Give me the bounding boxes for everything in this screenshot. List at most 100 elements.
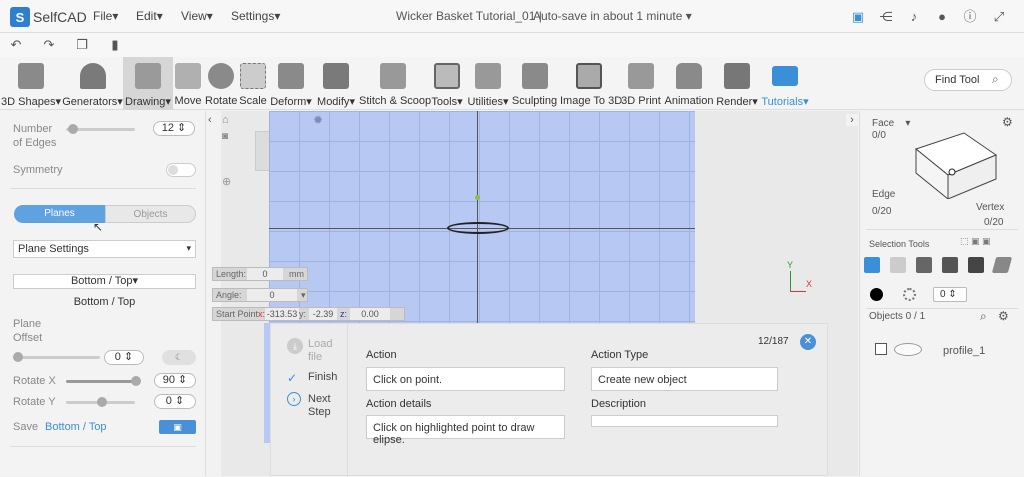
autosave-status[interactable]: Auto-save in about 1 minute ▾: [533, 9, 692, 23]
angle-field[interactable]: Angle: 0 ▾: [212, 288, 308, 302]
menu-view[interactable]: View▾: [181, 9, 213, 23]
tool-utilities[interactable]: Utilities▾: [467, 57, 509, 110]
select-paint-icon[interactable]: [991, 257, 1013, 273]
select-object-icon[interactable]: [864, 257, 880, 273]
home-icon[interactable]: ⌂: [222, 114, 229, 126]
ellipse-shape[interactable]: [447, 222, 509, 234]
tutorial-panel: ⤓ Load file ✓ Finish › Next Step Action …: [270, 323, 828, 477]
tab-planes[interactable]: Planes: [14, 205, 105, 223]
tool-render[interactable]: Render▾: [716, 57, 758, 110]
divider: [10, 446, 196, 447]
menu-file[interactable]: File▾: [93, 9, 118, 23]
tool-tools[interactable]: Tools▾: [429, 57, 465, 110]
edge-label[interactable]: Edge: [872, 189, 895, 200]
divider: [866, 308, 1018, 309]
offset-stepper[interactable]: 0 ⇕: [104, 350, 144, 365]
edges-stepper[interactable]: 12 ⇕: [153, 121, 195, 136]
gear-icon[interactable]: ⚙: [998, 309, 1009, 323]
tab-objects[interactable]: Objects: [105, 205, 196, 223]
save-target: Bottom / Top: [45, 421, 107, 433]
bell-icon[interactable]: ♪: [906, 9, 922, 25]
tutorial-video-icon: [772, 66, 798, 86]
rotate-icon: [208, 63, 234, 89]
brush-soft-icon[interactable]: [903, 288, 916, 301]
tool-stitch-scoop[interactable]: Stitch & Scoop: [359, 57, 431, 110]
tool-sculpting[interactable]: Sculpting: [511, 57, 558, 110]
save-icon[interactable]: ▣: [850, 9, 866, 25]
select-face-icon[interactable]: [890, 257, 906, 273]
camera-icon[interactable]: ◙: [222, 131, 228, 142]
offset-slider-knob[interactable]: [13, 352, 23, 362]
plane-settings-select[interactable]: Plane Settings ▾: [13, 240, 196, 258]
tool-drawing[interactable]: Drawing▾: [123, 57, 173, 110]
rotate-x-slider[interactable]: [66, 380, 135, 383]
gear-icon[interactable]: ⚙: [1002, 115, 1013, 129]
next-step[interactable]: Next Step: [308, 393, 331, 419]
trash-icon[interactable]: ▮: [107, 37, 123, 53]
generator-icon: [79, 63, 106, 89]
menu-edit[interactable]: Edit▾: [136, 9, 163, 23]
search-icon[interactable]: ⌕: [992, 72, 1006, 86]
plane-select[interactable]: Bottom / Top▾: [13, 274, 196, 289]
brush-icon[interactable]: [870, 288, 883, 301]
share-icon[interactable]: ⋲: [878, 9, 894, 25]
selection-option-icons[interactable]: ⬚ ▣ ▣: [960, 236, 991, 247]
action-label: Action: [366, 349, 397, 361]
document-title[interactable]: Wicker Basket Tutorial_01 |: [396, 9, 542, 23]
info-icon[interactable]: ⓘ: [962, 9, 978, 25]
copy-icon[interactable]: ❐: [74, 37, 90, 53]
symmetry-toggle[interactable]: [166, 163, 196, 177]
axis-x-label: X: [806, 279, 813, 289]
brush-size-stepper[interactable]: 0 ⇕: [933, 287, 967, 302]
drawing-plane-grid[interactable]: ✹: [269, 111, 695, 323]
tool-3d-shapes[interactable]: 3D Shapes▾: [0, 57, 62, 110]
action-details-label: Action details: [366, 398, 432, 410]
tool-scale[interactable]: Scale: [239, 57, 267, 110]
tool-rotate[interactable]: Rotate: [205, 57, 237, 110]
select-polygon-icon[interactable]: [968, 257, 984, 273]
undo-icon[interactable]: ↶: [8, 37, 24, 53]
length-field[interactable]: Length: 0 mm: [212, 267, 308, 281]
fullscreen-icon[interactable]: ⤢: [991, 9, 1007, 25]
save-plane-button[interactable]: ▣: [159, 420, 196, 434]
object-checkbox[interactable]: [875, 343, 887, 355]
face-label[interactable]: Face ▾: [872, 118, 910, 129]
collapse-right-icon[interactable]: ›: [846, 114, 858, 126]
mouse-cursor-icon: ↖: [93, 220, 104, 234]
rotate-y-stepper[interactable]: 0 ⇕: [154, 394, 196, 409]
orbit-icon[interactable]: ⊕: [222, 175, 231, 188]
object-name[interactable]: profile_1: [943, 345, 985, 357]
edges-slider-knob[interactable]: [68, 124, 78, 134]
close-tutorial-button[interactable]: ✕: [800, 334, 816, 350]
tool-move[interactable]: Move: [173, 57, 203, 110]
search-icon[interactable]: ⌕: [980, 309, 987, 324]
finish-step[interactable]: Finish: [308, 371, 337, 383]
tool-deform[interactable]: Deform▾: [269, 57, 313, 110]
collapse-left-icon[interactable]: ‹: [208, 114, 212, 126]
select-edge-icon[interactable]: [916, 257, 932, 273]
tool-tutorials[interactable]: Tutorials▾: [760, 57, 810, 110]
select-vertex-icon[interactable]: [942, 257, 958, 273]
menu-settings[interactable]: Settings▾: [231, 9, 280, 23]
start-point-field[interactable]: Start Pointx: -313.53 y: -2.39 z: 0.00: [212, 307, 405, 321]
tool-animation[interactable]: Animation: [664, 57, 714, 110]
tool-generators[interactable]: Generators▾: [62, 57, 123, 110]
highlighted-point[interactable]: [475, 195, 480, 200]
tool-modify[interactable]: Modify▾: [315, 57, 357, 110]
offset-reset-icon[interactable]: ☾: [162, 350, 196, 365]
vertex-label[interactable]: Vertex: [976, 202, 1004, 213]
rotate-y-label: Rotate Y: [13, 396, 56, 408]
selection-cube-diagram[interactable]: [908, 121, 1002, 199]
rotate-y-slider-knob[interactable]: [97, 397, 107, 407]
offset-slider[interactable]: [14, 356, 100, 359]
next-step-icon[interactable]: ›: [287, 392, 301, 406]
tool-3d-print[interactable]: 3D Print: [620, 57, 662, 110]
load-file-step[interactable]: Load file: [308, 338, 332, 364]
tool-image-to-3d[interactable]: Image To 3D: [560, 57, 622, 110]
load-file-icon[interactable]: ⤓: [287, 338, 303, 354]
rotate-x-slider-knob[interactable]: [131, 376, 141, 386]
redo-icon[interactable]: ↷: [41, 37, 57, 53]
rotate-x-stepper[interactable]: 90 ⇕: [154, 373, 196, 388]
app-logo[interactable]: S SelfCAD: [10, 6, 87, 28]
user-icon[interactable]: ●: [934, 9, 950, 25]
